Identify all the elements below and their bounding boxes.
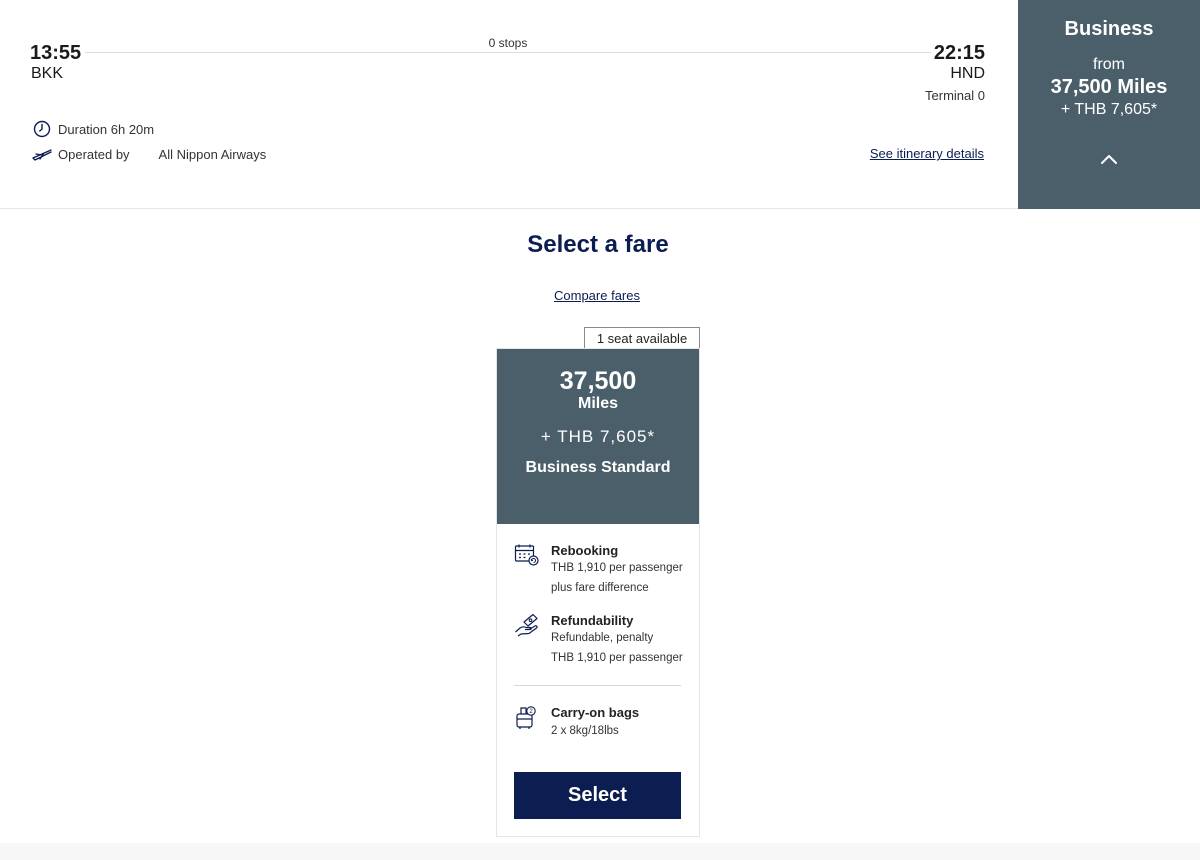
- operated-by-row: Operated by All Nippon Airways: [32, 145, 266, 163]
- duration-row: Duration 6h 20m: [32, 120, 154, 138]
- fare-miles-unit: Miles: [577, 395, 618, 412]
- carry-on-allowance: 2 x 8kg/18lbs: [551, 725, 619, 737]
- page: 13:55 BKK 0 stops 22:15 HND Terminal 0 D…: [0, 0, 1200, 860]
- departure-airport: BKK: [31, 65, 64, 82]
- calendar-change-icon: [514, 543, 540, 569]
- seats-available-badge: 1 seat available: [584, 327, 700, 349]
- refundability-policy: Refundable, penalty: [551, 632, 654, 644]
- arrival-time: 22:15: [933, 42, 985, 64]
- chevron-up-icon[interactable]: [1098, 149, 1120, 169]
- cabin-miles: 37,500 Miles: [1050, 76, 1168, 98]
- fare-card: 37,500 Miles + THB 7,605* Business Stand…: [496, 348, 700, 837]
- clock-icon: [32, 120, 52, 138]
- cabin-price-panel[interactable]: Business from 37,500 Miles + THB 7,605*: [1018, 0, 1200, 209]
- itinerary-details-link[interactable]: See itinerary details: [870, 146, 984, 161]
- cabin-from-label: from: [1093, 56, 1125, 73]
- arrival-airport: HND: [950, 65, 985, 82]
- select-fare-button[interactable]: Select: [514, 772, 681, 819]
- cabin-cash: + THB 7,605*: [1060, 101, 1158, 118]
- carrier-name: All Nippon Airways: [158, 146, 267, 162]
- fare-cash: + THB 7,605*: [540, 427, 656, 446]
- carry-on-bag-icon: 2: [514, 705, 540, 731]
- duration-text: Duration 6h 20m: [58, 121, 155, 137]
- airplane-icon: [32, 145, 52, 163]
- arrival-terminal: Terminal 0: [925, 88, 985, 103]
- departure-time: 13:55: [30, 42, 82, 64]
- fare-card-divider: [514, 685, 681, 686]
- select-fare-heading: Select a fare: [527, 231, 669, 258]
- refundability-fee: THB 1,910 per passenger: [551, 652, 683, 664]
- compare-fares-link[interactable]: Compare fares: [554, 288, 640, 303]
- rebooking-fee: THB 1,910 per passenger: [551, 562, 683, 574]
- rebooking-title: Rebooking: [551, 543, 619, 558]
- operated-by-label: Operated by: [58, 146, 130, 162]
- carry-on-title: Carry-on bags: [551, 705, 640, 720]
- flight-summary: 13:55 BKK 0 stops 22:15 HND Terminal 0 D…: [0, 0, 1200, 209]
- cabin-name: Business: [1064, 18, 1154, 40]
- fare-name: Business Standard: [525, 459, 671, 476]
- fare-miles: 37,500: [559, 367, 637, 395]
- footer-band: [0, 843, 1200, 860]
- route-line: [85, 52, 931, 53]
- refundability-title: Refundability: [551, 613, 634, 628]
- fare-card-header: 37,500 Miles + THB 7,605* Business Stand…: [497, 349, 699, 524]
- hand-money-icon: [514, 613, 540, 639]
- stops-label: 0 stops: [460, 36, 556, 50]
- rebooking-note: plus fare difference: [551, 582, 649, 594]
